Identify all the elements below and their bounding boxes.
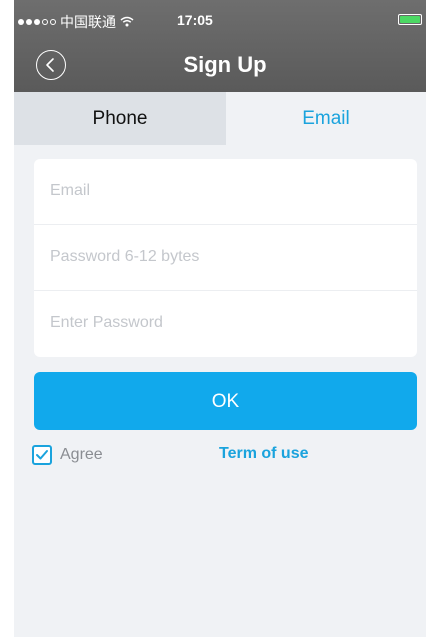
agree-row: Agree	[32, 444, 103, 466]
term-of-use-link[interactable]: Term of use	[219, 445, 309, 463]
signup-screen: 中国联通 17:05 Sign Up Phone Email Email OK …	[14, 0, 426, 637]
status-time: 17:05	[177, 12, 213, 28]
wifi-icon	[120, 14, 134, 30]
battery-icon	[398, 14, 422, 25]
status-bar: 中国联通 17:05	[14, 0, 426, 40]
email-input[interactable]	[50, 159, 400, 223]
password-input[interactable]	[50, 225, 400, 289]
email-row	[34, 159, 417, 225]
header: 中国联通 17:05 Sign Up	[14, 0, 426, 92]
agree-label: Agree	[60, 446, 103, 463]
tab-email[interactable]: Email	[226, 92, 426, 145]
status-left: 中国联通	[18, 12, 134, 32]
nav-bar: Sign Up	[14, 40, 426, 92]
ok-button[interactable]: OK	[34, 372, 417, 430]
page-title: Sign Up	[183, 52, 267, 77]
agree-checkbox[interactable]	[32, 445, 52, 465]
tab-phone[interactable]: Phone	[14, 92, 226, 145]
checkmark-icon	[36, 450, 48, 460]
signup-tabs: Phone Email	[14, 92, 426, 145]
confirm-password-input[interactable]	[50, 291, 400, 355]
signup-form	[34, 159, 417, 357]
carrier-name: 中国联通	[60, 14, 116, 30]
confirm-password-row	[34, 291, 417, 357]
password-row	[34, 225, 417, 291]
signal-dots-icon	[18, 19, 56, 25]
